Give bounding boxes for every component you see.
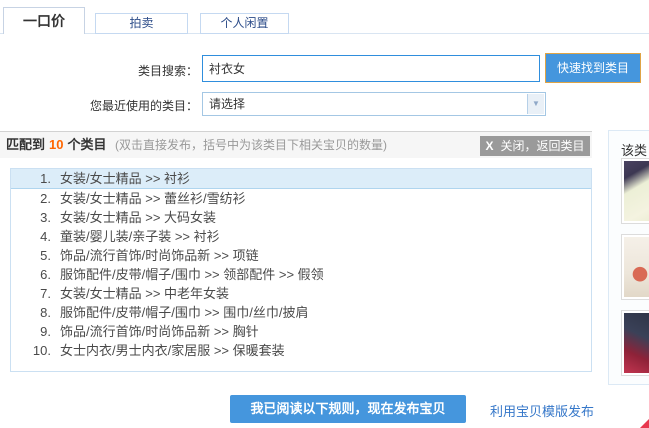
close-label: 关闭，返回类目 — [501, 139, 585, 153]
tab-auction[interactable]: 拍卖 — [95, 13, 188, 34]
product-image — [624, 237, 649, 297]
row-path: 女装/女士精品 >> 蕾丝衫/雪纺衫 — [60, 189, 246, 208]
row-path: 女装/女士精品 >> 大码女装 — [60, 208, 216, 227]
category-search-input[interactable] — [202, 55, 540, 82]
row-number: 8. — [11, 303, 51, 322]
product-image — [624, 161, 649, 221]
row-path: 饰品/流行首饰/时尚饰品新 >> 胸针 — [60, 322, 259, 341]
recent-category-select[interactable]: 请选择 ▼ — [202, 92, 546, 116]
row-number: 9. — [11, 322, 51, 341]
tab-fixed-price[interactable]: 一口价 — [3, 7, 85, 34]
row-path: 饰品/流行首饰/时尚饰品新 >> 项链 — [60, 246, 259, 265]
category-row-8[interactable]: 8. 服饰配件/皮带/帽子/围巾 >> 围巾/丝巾/披肩 — [11, 303, 591, 322]
row-number: 6. — [11, 265, 51, 284]
category-row-10[interactable]: 10. 女士内衣/男士内衣/家居服 >> 保暖套装 — [11, 341, 591, 360]
side-panel-title: 该类 — [621, 140, 649, 159]
match-suffix: 个类目 — [67, 137, 106, 152]
row-path: 服饰配件/皮带/帽子/围巾 >> 领部配件 >> 假领 — [60, 265, 324, 284]
quick-find-category-button[interactable]: 快速找到类目 — [545, 53, 641, 83]
chevron-down-icon[interactable]: ▼ — [527, 94, 544, 114]
category-row-3[interactable]: 3. 女装/女士精品 >> 大码女装 — [11, 208, 591, 227]
close-return-button[interactable]: X 关闭，返回类目 — [480, 136, 590, 156]
recent-category-label: 您最近使用的类目： — [30, 97, 198, 114]
row-path: 女装/女士精品 >> 中老年女装 — [60, 284, 229, 303]
product-thumbnail-3[interactable] — [621, 310, 649, 376]
row-number: 10. — [11, 341, 51, 360]
recent-category-selected-value: 请选择 — [209, 97, 245, 111]
category-row-1[interactable]: 1. 女装/女士精品 >> 衬衫 — [11, 169, 591, 189]
row-number: 5. — [11, 246, 51, 265]
category-row-2[interactable]: 2. 女装/女士精品 >> 蕾丝衫/雪纺衫 — [11, 189, 591, 208]
corner-red-ribbon — [640, 419, 649, 428]
match-count: 10 — [49, 137, 63, 152]
product-thumbnail-1[interactable] — [621, 158, 649, 224]
row-number: 3. — [11, 208, 51, 227]
close-icon: X — [485, 139, 493, 153]
product-image — [624, 313, 649, 373]
category-search-label: 类目搜索： — [30, 62, 198, 79]
matched-category-list: 1. 女装/女士精品 >> 衬衫 2. 女装/女士精品 >> 蕾丝衫/雪纺衫 3. 女… — [10, 168, 592, 372]
match-hint: (双击直接发布，括号中为该类目下相关宝贝的数量) — [115, 138, 387, 152]
template-publish-link[interactable]: 利用宝贝模版发布 — [490, 401, 594, 420]
match-result-header: 匹配到 10 个类目 (双击直接发布，括号中为该类目下相关宝贝的数量) X 关闭，返回… — [0, 131, 592, 158]
category-row-4[interactable]: 4. 童装/婴儿装/亲子装 >> 衬衫 — [11, 227, 591, 246]
category-row-6[interactable]: 6. 服饰配件/皮带/帽子/围巾 >> 领部配件 >> 假领 — [11, 265, 591, 284]
match-prefix: 匹配到 — [6, 137, 45, 152]
row-path: 服饰配件/皮带/帽子/围巾 >> 围巾/丝巾/披肩 — [60, 303, 308, 322]
row-path: 童装/婴儿装/亲子装 >> 衬衫 — [60, 227, 220, 246]
row-number: 1. — [11, 169, 51, 188]
hot-items-side-panel: 该类 — [608, 130, 649, 385]
row-path: 女士内衣/男士内衣/家居服 >> 保暖套装 — [60, 341, 285, 360]
category-row-9[interactable]: 9. 饰品/流行首饰/时尚饰品新 >> 胸针 — [11, 322, 591, 341]
publish-now-button[interactable]: 我已阅读以下规则，现在发布宝贝 — [230, 395, 466, 423]
category-row-5[interactable]: 5. 饰品/流行首饰/时尚饰品新 >> 项链 — [11, 246, 591, 265]
product-thumbnail-2[interactable] — [621, 234, 649, 300]
row-number: 7. — [11, 284, 51, 303]
row-path: 女装/女士精品 >> 衬衫 — [60, 169, 190, 188]
publish-category-page: { "tabs": [ { "label": "一口价" }, { "label… — [0, 0, 649, 428]
row-number: 4. — [11, 227, 51, 246]
tab-personal-idle[interactable]: 个人闲置 — [200, 13, 289, 34]
category-row-7[interactable]: 7. 女装/女士精品 >> 中老年女装 — [11, 284, 591, 303]
row-number: 2. — [11, 189, 51, 208]
